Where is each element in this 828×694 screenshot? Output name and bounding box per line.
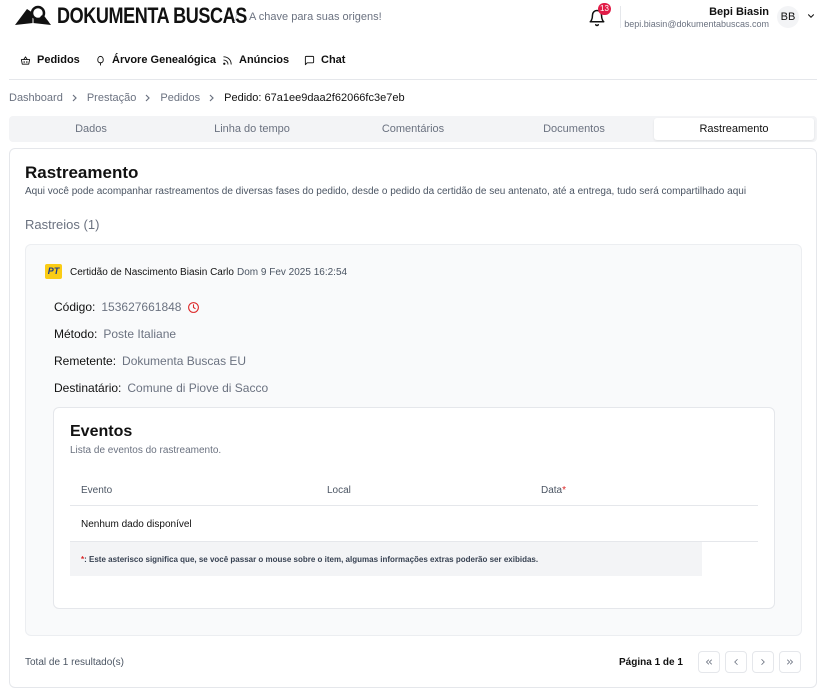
user-name: Bepi Biasin (709, 6, 769, 18)
chevron-down-icon[interactable] (806, 11, 816, 21)
page-description: Aqui você pode acompanhar rastreamentos … (25, 186, 747, 197)
chevron-left-icon (734, 659, 738, 665)
nav-label-anuncios: Anúncios (239, 54, 290, 66)
last-page-button[interactable] (779, 651, 801, 673)
basket-icon (20, 55, 31, 65)
brand-name: DOKUMENTA BUSCAS (57, 3, 247, 28)
field-metodo: Método: Poste Italiane (54, 327, 176, 341)
nav-label-chat: Chat (321, 54, 346, 66)
tree-icon (97, 55, 104, 66)
page-title: Rastreamento (25, 163, 139, 182)
field-remetente-value: Dokumenta Buscas EU (122, 354, 247, 368)
nav-item-anuncios[interactable]: Anúncios (222, 54, 289, 66)
notification-badge: 13 (598, 3, 611, 15)
field-codigo-label: Código: (54, 300, 96, 314)
book-search-icon (15, 5, 51, 25)
first-page-button[interactable] (698, 651, 720, 673)
tracking-item: PT Certidão de Nascimento Biasin Carlo D… (25, 244, 802, 636)
events-panel: Eventos Lista de eventos do rastreamento… (53, 407, 775, 609)
nav-divider (9, 79, 817, 80)
tracking-item-name: Certidão de Nascimento Biasin Carlo (70, 267, 234, 278)
user-email: bepi.biasin@dokumentabuscas.com (624, 19, 769, 29)
field-codigo-value: 153627661848 (101, 300, 182, 314)
field-destinatario-value: Comune di Piove di Sacco (127, 381, 269, 395)
column-header-evento: Evento (81, 485, 113, 496)
breadcrumb-prestacao[interactable]: Prestação (87, 92, 137, 104)
chat-icon (304, 55, 315, 65)
table-header-divider (70, 505, 758, 506)
field-destinatario: Destinatário: Comune di Piove di Sacco (54, 381, 268, 395)
page-info: Página 1 de 1 (619, 657, 683, 668)
chevron-right-icon (72, 94, 77, 102)
tab-dados[interactable]: Dados (11, 118, 171, 140)
tracking-card: Rastreamento Aqui você pode acompanhar r… (9, 148, 817, 688)
field-destinatario-label: Destinatário: (54, 381, 122, 395)
field-codigo: Código: 153627661848 (54, 300, 200, 314)
field-metodo-value: Poste Italiane (103, 327, 177, 341)
breadcrumb: Dashboard Prestação Pedidos Pedido: 67a1… (9, 92, 405, 104)
field-remetente: Remetente: Dokumenta Buscas EU (54, 354, 246, 368)
events-description: Lista de eventos do rastreamento. (70, 445, 222, 456)
breadcrumb-pedidos[interactable]: Pedidos (160, 92, 200, 104)
field-metodo-label: Método: (54, 327, 98, 341)
header-divider (620, 6, 621, 28)
nav-label-arvore: Árvore Genealógica (112, 54, 216, 66)
chevron-right-icon (761, 659, 765, 665)
avatar[interactable]: BB (777, 6, 799, 28)
chevron-right-icon (145, 94, 151, 102)
tab-rastreamento[interactable]: Rastreamento (654, 118, 814, 140)
tab-comentarios[interactable]: Comentários (333, 118, 493, 140)
tagline: A chave para suas origens! (249, 11, 382, 23)
tab-bar: Dados Linha do tempo Comentários Documen… (9, 116, 817, 142)
empty-state: Nenhum dado disponível (81, 519, 192, 530)
nav-item-chat[interactable]: Chat (304, 54, 345, 66)
breadcrumb-current: Pedido: 67a1ee9daa2f62066fc3e7eb (224, 92, 405, 104)
column-header-data-label: Data (541, 485, 563, 496)
field-remetente-label: Remetente: (54, 354, 117, 368)
chevrons-right-icon (787, 659, 794, 665)
asterisk-note: *: Este asterisco significa que, se você… (70, 542, 702, 576)
nav-label-pedidos: Pedidos (37, 54, 80, 66)
note-text: : Este asterisco significa que, se você … (84, 555, 539, 564)
column-header-local: Local (327, 485, 351, 496)
asterisk-marker: * (562, 485, 567, 496)
nav-item-arvore[interactable]: Árvore Genealógica (95, 54, 216, 66)
main-nav: Pedidos Árvore Genealógica Anúncios Chat (0, 47, 828, 75)
events-title: Eventos (70, 423, 133, 440)
tracking-item-date: Dom 9 Fev 2025 16:2:54 (237, 267, 348, 278)
tab-documentos[interactable]: Documentos (494, 118, 654, 140)
app-header: DOKUMENTA BUSCAS / A chave para suas ori… (0, 0, 828, 36)
chevrons-left-icon (705, 659, 712, 665)
breadcrumb-dashboard[interactable]: Dashboard (9, 92, 63, 104)
total-results: Total de 1 resultado(s) (25, 657, 124, 668)
tracking-count: Rastreios (1) (25, 217, 100, 232)
rss-icon (223, 55, 232, 65)
prev-page-button[interactable] (725, 651, 747, 673)
poste-italiane-logo: PT (45, 264, 62, 279)
chevron-right-icon (209, 94, 214, 102)
brand-logo[interactable]: DOKUMENTA BUSCAS (13, 3, 289, 29)
nav-item-pedidos[interactable]: Pedidos (20, 54, 80, 66)
clock-icon[interactable] (187, 301, 200, 314)
next-page-button[interactable] (752, 651, 774, 673)
header-separator: / (234, 11, 238, 25)
tab-linha-do-tempo[interactable]: Linha do tempo (172, 118, 332, 140)
column-header-data: Data* (541, 485, 566, 496)
